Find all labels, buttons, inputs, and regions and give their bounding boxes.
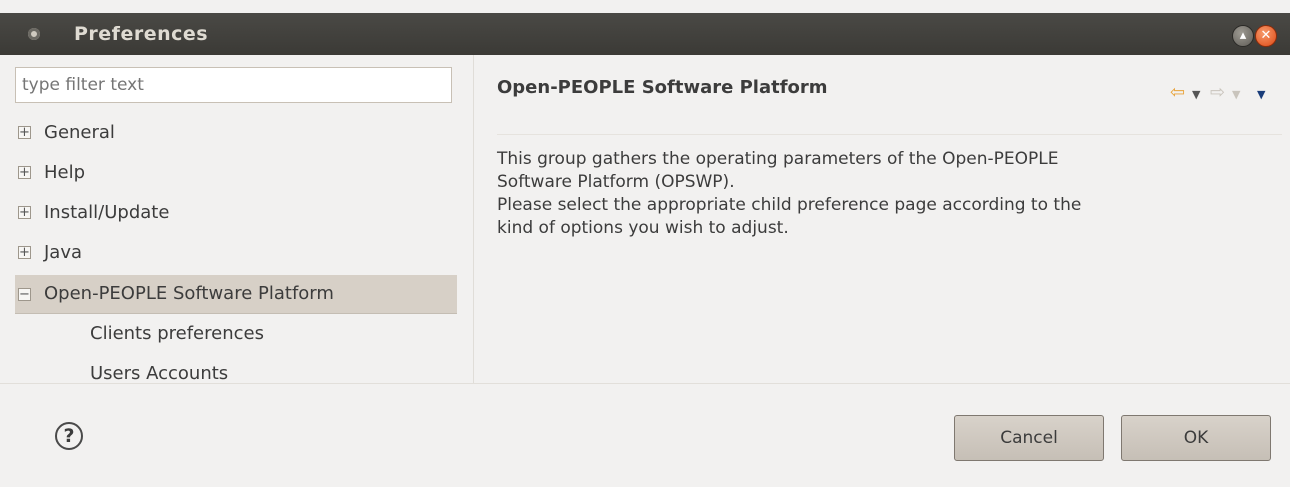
tree-item-install-update[interactable]: + Install/Update (15, 193, 457, 233)
tree-item-help[interactable]: + Help (15, 153, 457, 193)
forward-arrow-icon[interactable]: ⇨ (1210, 82, 1225, 103)
panel-divider[interactable] (473, 55, 474, 383)
tree-item-java[interactable]: + Java (15, 233, 457, 273)
expand-icon[interactable]: + (18, 126, 31, 139)
ok-button[interactable]: OK (1121, 415, 1271, 461)
page-description: This group gathers the operating paramet… (497, 148, 1287, 240)
tree-item-open-people[interactable]: − Open-PEOPLE Software Platform (15, 275, 457, 314)
title-bar: Preferences ▴ ✕ (0, 13, 1290, 55)
expand-icon[interactable]: + (18, 246, 31, 259)
tree-item-label: Java (44, 242, 83, 263)
back-arrow-icon[interactable]: ⇦ (1170, 82, 1185, 103)
close-icon[interactable]: ✕ (1255, 25, 1277, 47)
view-menu-icon[interactable]: ▼ (1257, 88, 1265, 101)
collapse-icon[interactable]: − (18, 288, 31, 301)
tree-item-users-accounts[interactable]: Users Accounts (15, 354, 457, 394)
description-line: Software Platform (OPSWP). (497, 172, 735, 192)
preference-page: Open-PEOPLE Software Platform ⇦ ▼ ⇨ ▼ ▼ … (475, 55, 1290, 383)
back-dropdown-icon[interactable]: ▼ (1192, 88, 1200, 101)
tree-item-clients-preferences[interactable]: Clients preferences (15, 314, 457, 354)
help-icon[interactable]: ? (55, 422, 83, 450)
tree-item-label: Clients preferences (90, 323, 264, 344)
tree-item-label: General (44, 122, 115, 143)
tree-item-label: Open-PEOPLE Software Platform (44, 283, 334, 304)
tree-item-label: Help (44, 162, 86, 183)
preferences-tree: + General + Help + Install/Update + Java… (15, 113, 457, 394)
description-line: This group gathers the operating paramet… (497, 149, 1059, 169)
filter-input[interactable] (15, 67, 452, 103)
tree-item-general[interactable]: + General (15, 113, 457, 153)
tree-item-label: Users Accounts (90, 363, 229, 384)
preferences-tree-panel: + General + Help + Install/Update + Java… (0, 55, 470, 384)
window-menu-icon[interactable] (28, 28, 40, 40)
title-separator (497, 134, 1282, 135)
description-line: Please select the appropriate child pref… (497, 195, 1082, 215)
button-bar-separator (0, 383, 1290, 384)
cancel-button[interactable]: Cancel (954, 415, 1104, 461)
description-line: kind of options you wish to adjust. (497, 218, 789, 238)
page-title: Open-PEOPLE Software Platform (497, 77, 828, 98)
maximize-icon[interactable]: ▴ (1232, 25, 1254, 47)
expand-icon[interactable]: + (18, 166, 31, 179)
tree-item-label: Install/Update (44, 202, 170, 223)
expand-icon[interactable]: + (18, 206, 31, 219)
window-title: Preferences (74, 23, 209, 45)
forward-dropdown-icon[interactable]: ▼ (1232, 88, 1240, 101)
